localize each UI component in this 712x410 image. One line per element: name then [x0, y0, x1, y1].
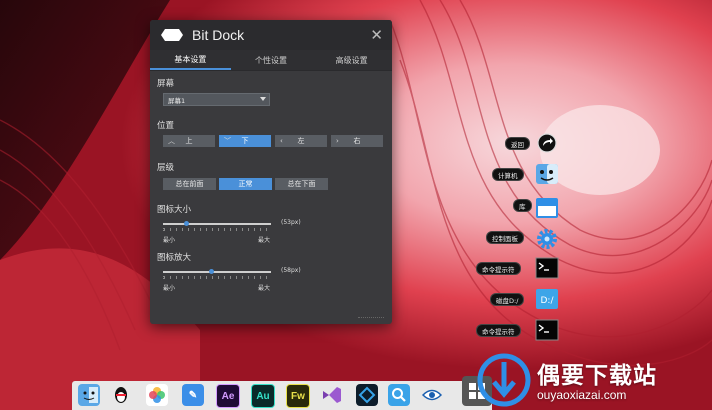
- search-icon[interactable]: [388, 384, 410, 406]
- screen-select[interactable]: 屏幕1: [163, 93, 270, 106]
- chevron-down-icon: ﹀: [224, 137, 231, 145]
- icon-size-label: 图标大小: [157, 205, 192, 215]
- side-item-cmd2-label[interactable]: 命令提示符: [476, 324, 521, 337]
- title-bar[interactable]: Bit Dock ✕: [150, 20, 392, 50]
- icon-size-slider-thumb[interactable]: [184, 221, 190, 226]
- terminal-icon[interactable]: [535, 319, 559, 341]
- icon-zoom-slider-thumb[interactable]: [209, 269, 215, 274]
- icon-zoom-ticks: [163, 276, 272, 279]
- terminal-icon[interactable]: [535, 257, 559, 279]
- position-left-button[interactable]: ‹ 左: [275, 135, 327, 147]
- eye-icon[interactable]: [421, 384, 443, 406]
- side-item-computer-label[interactable]: 计算机: [492, 168, 524, 181]
- position-up-button[interactable]: ︿ 上: [163, 135, 215, 147]
- position-right-button[interactable]: › 右: [331, 135, 383, 147]
- side-item-cmd-label[interactable]: 命令提示符: [476, 262, 521, 275]
- icon-size-min-label: 最小: [163, 237, 176, 244]
- chevron-left-icon: ‹: [280, 137, 283, 145]
- notes-icon[interactable]: ✎: [182, 384, 204, 406]
- qq-penguin-icon[interactable]: [110, 384, 132, 406]
- dreamweaver-icon[interactable]: [356, 384, 378, 406]
- screen-label: 屏幕: [157, 79, 175, 89]
- bitdock-settings-window: Bit Dock ✕ 基本设置 个性设置 高级设置 屏幕 屏幕1 位置 ︿ 上 …: [150, 20, 392, 324]
- tab-personalize[interactable]: 个性设置: [231, 50, 312, 70]
- chevron-right-icon: ›: [336, 137, 339, 145]
- icon-zoom-label: 图标放大: [157, 253, 192, 263]
- icon-zoom-value: (58px): [281, 267, 301, 274]
- disk-icon[interactable]: D:/: [535, 288, 559, 310]
- return-icon[interactable]: [537, 133, 557, 153]
- visual-studio-icon[interactable]: [321, 384, 343, 406]
- layer-normal-button[interactable]: 正常: [219, 178, 272, 190]
- layer-top-button[interactable]: 总在前面: [163, 178, 216, 190]
- settings-tabs: 基本设置 个性设置 高级设置: [150, 50, 392, 71]
- layer-bottom-button[interactable]: 总在下面: [275, 178, 328, 190]
- side-item-return-label[interactable]: 返回: [505, 137, 530, 150]
- photos-icon[interactable]: [146, 384, 168, 406]
- svg-text:D:/: D:/: [541, 296, 555, 306]
- side-item-library-label[interactable]: 库: [513, 199, 532, 212]
- finder-icon[interactable]: [78, 384, 100, 406]
- gear-icon[interactable]: [535, 227, 559, 251]
- audition-icon[interactable]: Au: [251, 384, 275, 408]
- icon-size-value: (53px): [281, 219, 301, 226]
- icon-size-max-label: 最大: [258, 237, 271, 244]
- close-icon[interactable]: ✕: [370, 26, 383, 44]
- icon-zoom-slider-track[interactable]: [163, 271, 271, 273]
- watermark-title: 偶要下载站: [537, 363, 657, 389]
- library-icon[interactable]: [535, 197, 559, 219]
- watermark-url: ouyaoxiazai.com: [537, 388, 627, 402]
- icon-zoom-max-label: 最大: [258, 285, 271, 292]
- chevron-up-icon: ︿: [168, 137, 175, 145]
- watermark-logo-icon: [477, 353, 531, 407]
- layer-label: 层级: [157, 163, 175, 173]
- bitdock-logo-icon: [161, 29, 183, 41]
- icon-zoom-min-label: 最小: [163, 285, 176, 292]
- finder-face-icon[interactable]: [535, 163, 559, 185]
- app-title: Bit Dock: [192, 27, 245, 43]
- tab-advanced[interactable]: 高级设置: [311, 50, 392, 70]
- screen-select-value: 屏幕1: [168, 96, 186, 105]
- resize-grip[interactable]: [358, 317, 384, 318]
- side-item-disk-label[interactable]: 磁盘D:/: [490, 293, 525, 306]
- icon-size-slider-track[interactable]: [163, 223, 271, 225]
- after-effects-icon[interactable]: Ae: [216, 384, 240, 408]
- side-item-control-panel-label[interactable]: 控制面板: [486, 231, 524, 244]
- chevron-down-icon: [260, 97, 266, 101]
- position-label: 位置: [157, 121, 175, 131]
- tab-basic[interactable]: 基本设置: [150, 50, 231, 70]
- fireworks-icon[interactable]: Fw: [286, 384, 310, 408]
- position-down-button[interactable]: ﹀ 下: [219, 135, 271, 147]
- icon-size-ticks: [163, 228, 272, 231]
